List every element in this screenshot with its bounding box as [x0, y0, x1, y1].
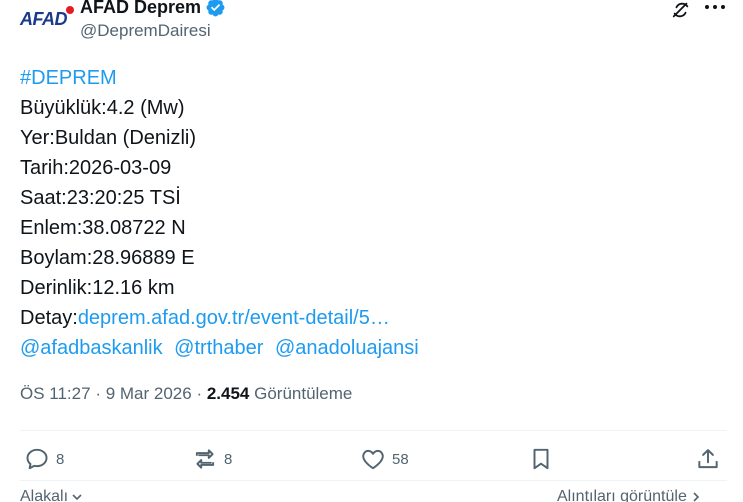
- tweet-date[interactable]: 9 Mar 2026: [106, 384, 192, 403]
- detail-link[interactable]: deprem.afad.gov.tr/event-detail/5…: [78, 307, 390, 329]
- repost-count: 8: [224, 450, 233, 468]
- separator: ·: [95, 384, 106, 403]
- relevant-label: Alakalı: [20, 488, 69, 502]
- depth-line: Derinlik:12.16 km: [20, 277, 175, 299]
- tweet-detail: AFAD AFAD Deprem @DepremDairesi #DEPREM …: [0, 0, 743, 502]
- view-quotes-link[interactable]: Alıntıları görüntüle: [557, 488, 703, 502]
- tweet-text: #DEPREM Büyüklük:4.2 (Mw) Yer:Buldan (De…: [20, 63, 720, 363]
- avatar[interactable]: AFAD: [20, 2, 74, 36]
- like-button[interactable]: 58: [360, 446, 409, 472]
- mentions-line: @afadbaskanlik @trthaber @anadoluajansi: [20, 333, 720, 363]
- grok-icon[interactable]: [670, 0, 692, 20]
- date-line: Tarih:2026-03-09: [20, 157, 172, 179]
- views-label: Görüntüleme: [254, 384, 353, 403]
- repost-icon: [195, 449, 215, 469]
- avatar-text: AFAD: [20, 8, 68, 29]
- views-count: 2.454: [206, 384, 250, 403]
- location-line: Yer:Buldan (Denizli): [20, 127, 197, 149]
- repost-button[interactable]: 8: [192, 446, 232, 472]
- display-name[interactable]: AFAD Deprem: [80, 0, 201, 18]
- logo-dot: [66, 5, 74, 14]
- heart-icon: [362, 449, 384, 470]
- chevron-right-icon: [693, 492, 699, 502]
- detail-label: Detay:: [20, 307, 78, 329]
- like-count: 58: [392, 450, 409, 468]
- hashtag-link[interactable]: #DEPREM: [20, 67, 117, 89]
- mention-link[interactable]: @trthaber: [174, 337, 263, 359]
- tweet-time[interactable]: ÖS 11:27: [20, 384, 91, 403]
- share-button[interactable]: [695, 446, 721, 472]
- relevant-replies-toggle[interactable]: Alakalı: [20, 488, 84, 502]
- more-icon[interactable]: [704, 0, 726, 14]
- longitude-line: Boylam:28.96889 E: [20, 247, 195, 269]
- reply-count: 8: [56, 450, 65, 468]
- reply-icon: [26, 448, 48, 470]
- bookmark-icon: [533, 448, 549, 470]
- mention-link[interactable]: @anadoluajansi: [275, 337, 419, 359]
- divider: [20, 430, 727, 431]
- chevron-down-icon: [72, 494, 82, 501]
- share-icon: [698, 449, 718, 469]
- reply-button[interactable]: 8: [24, 446, 64, 472]
- mention-link[interactable]: @afadbaskanlik: [20, 337, 163, 359]
- verified-badge-icon[interactable]: [205, 0, 226, 18]
- separator: ·: [196, 384, 207, 403]
- divider: [20, 480, 727, 481]
- latitude-line: Enlem:38.08722 N: [20, 217, 186, 239]
- afad-logo: AFAD: [20, 5, 74, 30]
- user-handle[interactable]: @DepremDairesi: [80, 21, 211, 41]
- time-line: Saat:23:20:25 TSİ: [20, 187, 181, 209]
- tweet-meta: ÖS 11:27 · 9 Mar 2026 · 2.454 Görüntülem…: [20, 384, 352, 404]
- display-name-row[interactable]: AFAD Deprem: [80, 0, 226, 18]
- magnitude-line: Büyüklük:4.2 (Mw): [20, 97, 185, 119]
- bookmark-button[interactable]: [528, 446, 554, 472]
- view-quotes-label: Alıntıları görüntüle: [557, 488, 687, 502]
- detail-line: Detay:deprem.afad.gov.tr/event-detail/5…: [20, 303, 720, 333]
